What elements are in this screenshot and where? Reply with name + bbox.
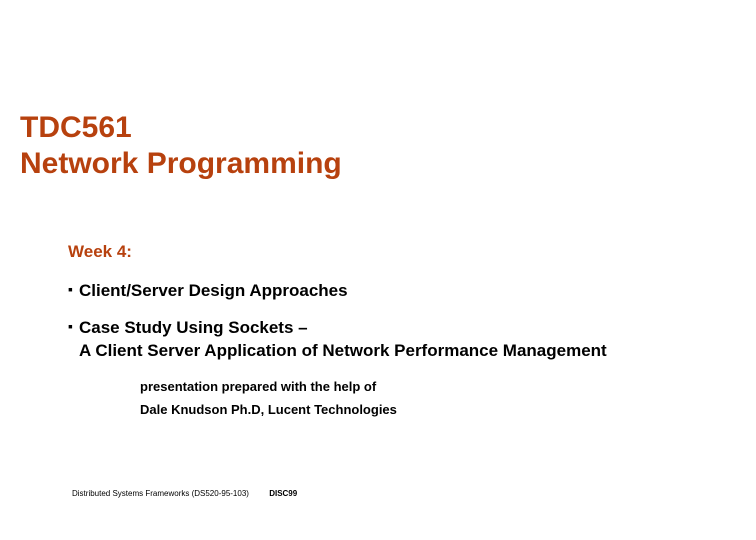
bullet-list: ▪ Client/Server Design Approaches ▪ Case… [68,280,736,363]
footer: Distributed Systems Frameworks (DS520-95… [72,489,297,498]
title-line-2: Network Programming [20,147,342,180]
footer-right: DISC99 [269,489,297,498]
credit-block: presentation prepared with the help of D… [140,377,736,420]
week-label: Week 4: [68,242,736,262]
slide: TDC561 Network Programming Week 4: ▪ Cli… [0,0,756,540]
footer-left: Distributed Systems Frameworks (DS520-95… [72,489,249,498]
bullet-line-2: A Client Server Application of Network P… [79,341,607,360]
credit-line-2: Dale Knudson Ph.D, Lucent Technologies [140,400,736,420]
credit-line-1: presentation prepared with the help of [140,377,736,397]
title-line-1: TDC561 [20,111,132,144]
slide-title: TDC561 Network Programming [20,110,736,182]
bullet-text: Case Study Using Sockets – A Client Serv… [79,317,607,363]
bullet-item: ▪ Client/Server Design Approaches [68,280,736,303]
bullet-line-1: Case Study Using Sockets – [79,318,308,337]
bullet-text: Client/Server Design Approaches [79,280,348,303]
bullet-item: ▪ Case Study Using Sockets – A Client Se… [68,317,736,363]
bullet-marker-icon: ▪ [68,317,73,336]
bullet-marker-icon: ▪ [68,280,73,299]
